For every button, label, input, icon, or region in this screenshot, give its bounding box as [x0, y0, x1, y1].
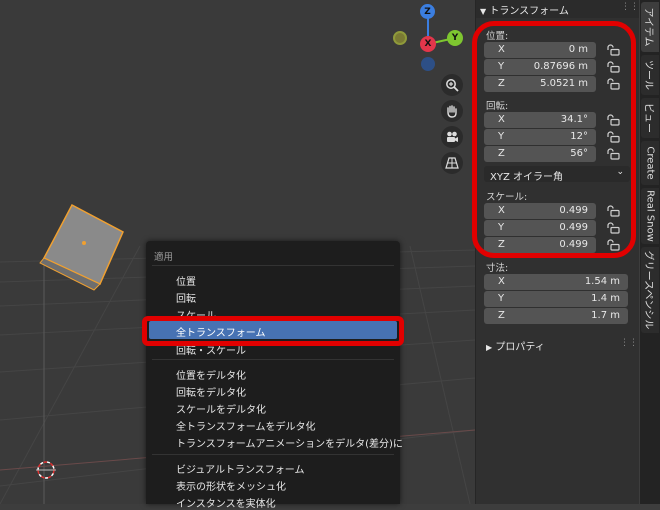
scale-y-field[interactable]: Y 0.499 — [484, 220, 596, 236]
lock-icon[interactable] — [606, 148, 620, 160]
lock-icon[interactable] — [606, 205, 620, 217]
3d-cursor[interactable] — [36, 461, 56, 479]
gizmo-neg-x-axis[interactable] — [393, 31, 407, 45]
perspective-grid-icon[interactable] — [441, 152, 463, 174]
menu-item-scale[interactable]: スケール — [176, 307, 216, 322]
sidebar-tab-bar: アイテム ツール ビュー Create Real Snow グリースペンシル — [640, 0, 660, 504]
lock-icon[interactable] — [606, 222, 620, 234]
properties-panel-title: プロパティ — [495, 342, 545, 353]
location-label: 位置: — [486, 31, 509, 42]
gizmo-z-axis[interactable]: Z — [420, 4, 435, 19]
rotation-y-field[interactable]: Y 12° — [484, 129, 596, 145]
zoom-icon[interactable] — [441, 74, 463, 96]
menu-item-all-transforms-delta[interactable]: 全トランスフォームをデルタ化 — [176, 418, 316, 433]
lock-icon[interactable] — [606, 114, 620, 126]
lock-icon[interactable] — [606, 78, 620, 90]
tab-create[interactable]: Create — [641, 141, 659, 185]
dimension-x-field[interactable]: X 1.54 m — [484, 274, 628, 290]
menu-item-animated-transforms-delta[interactable]: トランスフォームアニメーションをデルタ(差分)に — [176, 435, 403, 450]
menu-item-all-transforms[interactable]: 全トランスフォーム — [176, 324, 266, 339]
menu-divider — [152, 265, 394, 266]
menu-item-rotation-scale[interactable]: 回転・スケール — [176, 342, 246, 357]
tab-tool[interactable]: ツール — [641, 55, 659, 95]
rotation-z-field[interactable]: Z 56° — [484, 146, 596, 162]
menu-divider — [152, 454, 394, 455]
menu-item-scale-delta[interactable]: スケールをデルタ化 — [176, 401, 266, 416]
dimensions-label: 寸法: — [486, 263, 509, 274]
gizmo-y-axis[interactable]: Y — [447, 30, 463, 46]
drag-handle-icon[interactable]: ⋮⋮ — [621, 2, 639, 12]
tab-item[interactable]: アイテム — [641, 2, 659, 52]
location-y-field[interactable]: Y 0.87696 m — [484, 59, 596, 75]
scale-x-field[interactable]: X 0.499 — [484, 203, 596, 219]
rotation-x-field[interactable]: X 34.1° — [484, 112, 596, 128]
camera-icon[interactable] — [441, 126, 463, 148]
drag-handle-icon[interactable]: ⋮⋮ — [620, 338, 638, 348]
gizmo-neg-z-axis[interactable] — [421, 57, 435, 71]
transform-panel-header[interactable]: ▼ トランスフォーム — [480, 2, 569, 17]
menu-divider — [152, 359, 394, 360]
collapse-arrow-icon: ▼ — [480, 7, 487, 16]
hand-pan-icon[interactable] — [441, 100, 463, 122]
location-x-field[interactable]: X0 m — [484, 42, 596, 58]
scale-z-field[interactable]: Z 0.499 — [484, 237, 596, 253]
menu-item-rotation[interactable]: 回転 — [176, 290, 196, 305]
scale-label: スケール: — [486, 192, 528, 203]
lock-icon[interactable] — [606, 44, 620, 56]
location-z-field[interactable]: Z 5.0521 m — [484, 76, 596, 92]
menu-item-visual-geometry-to-mesh[interactable]: 表示の形状をメッシュ化 — [176, 478, 286, 493]
rotation-label: 回転: — [486, 101, 509, 112]
rotation-mode-dropdown[interactable]: XYZ オイラー角 ⌄ — [484, 166, 630, 183]
lock-icon[interactable] — [606, 61, 620, 73]
menu-title: 適用 — [154, 252, 174, 263]
tab-real-snow[interactable]: Real Snow — [641, 188, 659, 244]
selected-cube[interactable] — [39, 203, 124, 291]
dimension-z-field[interactable]: Z 1.7 m — [484, 308, 628, 324]
tab-view[interactable]: ビュー — [641, 98, 659, 138]
tab-grease-pencil[interactable]: グリースペンシル — [641, 247, 659, 333]
menu-item-location[interactable]: 位置 — [176, 273, 196, 288]
transform-panel-title: トランスフォーム — [489, 6, 569, 17]
expand-arrow-icon: ▶ — [486, 343, 493, 352]
lock-icon[interactable] — [606, 131, 620, 143]
menu-item-make-instances-real[interactable]: インスタンスを実体化 — [176, 495, 276, 510]
gizmo-x-axis[interactable]: X — [420, 36, 436, 52]
menu-item-location-delta[interactable]: 位置をデルタ化 — [176, 367, 246, 382]
menu-item-visual-transform[interactable]: ビジュアルトランスフォーム — [176, 461, 305, 476]
chevron-down-icon: ⌄ — [616, 167, 624, 177]
properties-panel-header[interactable]: ▶ プロパティ — [486, 338, 545, 353]
menu-item-rotation-delta[interactable]: 回転をデルタ化 — [176, 384, 246, 399]
dimension-y-field[interactable]: Y 1.4 m — [484, 291, 628, 307]
lock-icon[interactable] — [606, 239, 620, 251]
